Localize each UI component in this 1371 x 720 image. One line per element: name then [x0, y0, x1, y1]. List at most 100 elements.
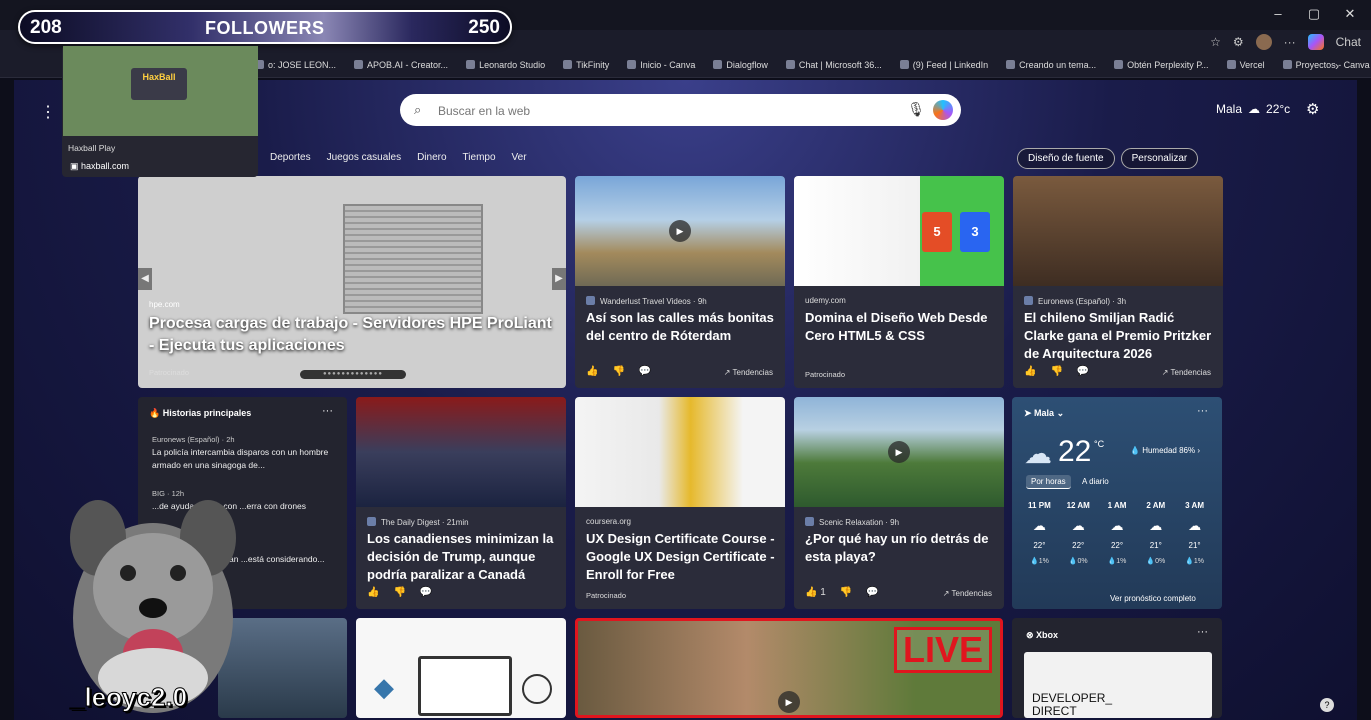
play-icon[interactable]: ▶: [778, 691, 800, 713]
hour-column: 2 AM ☁ 21° 💧0%: [1136, 501, 1175, 565]
humidity-label[interactable]: 💧 Humedad 86% ›: [1130, 446, 1200, 455]
like-icon[interactable]: 👍: [1024, 366, 1036, 377]
play-icon[interactable]: ▶: [888, 441, 910, 463]
comment-icon[interactable]: 💬: [639, 366, 651, 377]
hour-column: 3 AM ☁ 21° 💧1%: [1175, 501, 1214, 565]
chat-button[interactable]: Chat: [1336, 35, 1361, 49]
like-icon[interactable]: 👍: [367, 587, 379, 598]
address-bar-actions: ☆ ⚙ ··· Chat: [1210, 34, 1361, 50]
more-icon[interactable]: ···: [1197, 405, 1208, 417]
search-input[interactable]: Buscar en la web: [438, 104, 530, 118]
news-card[interactable]: The Daily Digest · 21min Los canadienses…: [356, 397, 566, 609]
chevron-right-icon[interactable]: ▶: [552, 268, 566, 290]
card-title[interactable]: Así son las calles más bonitas del centr…: [586, 309, 775, 345]
weather-card[interactable]: ➤ Mala ⌄ ··· ☁ 22 °C 💧 Humedad 86% › Por…: [1012, 397, 1222, 609]
story-item[interactable]: Euronews (Español) · 2h La policía inter…: [152, 433, 332, 472]
nav-item[interactable]: Deportes: [270, 152, 311, 163]
favorite-item[interactable]: Inicio - Canva: [627, 60, 695, 70]
favorite-item[interactable]: Vercel: [1227, 60, 1265, 70]
tab-hourly[interactable]: Por horas: [1026, 475, 1071, 489]
font-design-button[interactable]: Diseño de fuente: [1017, 148, 1115, 169]
extensions-icon[interactable]: ⚙: [1233, 35, 1244, 49]
nav-item[interactable]: Ver: [512, 152, 527, 163]
followers-goal-bar: 208 FOLLOWERS 250: [18, 10, 512, 44]
favorite-item[interactable]: Obtén Perplexity P...: [1114, 60, 1208, 70]
favorite-item[interactable]: Chat | Microsoft 36...: [786, 60, 882, 70]
profile-avatar[interactable]: [1255, 34, 1272, 50]
card-title[interactable]: Domina el Diseño Web Desde Cero HTML5 & …: [805, 309, 994, 345]
star-icon[interactable]: ☆: [1210, 35, 1221, 49]
card-actions: 👍 👎 💬: [586, 366, 651, 377]
full-forecast-link[interactable]: Ver pronóstico completo: [1110, 594, 1196, 603]
python-icon: ◆: [374, 672, 394, 702]
favorite-item[interactable]: Dialogflow: [713, 60, 768, 70]
chart-image: [418, 656, 512, 716]
chevron-left-icon[interactable]: ◀: [138, 268, 152, 290]
nav-buttons: Diseño de fuente Personalizar: [1017, 148, 1199, 169]
card-title[interactable]: Procesa cargas de trabajo - Servidores H…: [149, 313, 556, 357]
minimize-button[interactable]: –: [1271, 6, 1285, 22]
live-video-card[interactable]: LIVE ▶: [575, 618, 1003, 718]
cloud-moon-icon: ☁: [1032, 518, 1046, 533]
news-card[interactable]: ◆: [356, 618, 566, 718]
personalize-button[interactable]: Personalizar: [1120, 148, 1199, 169]
nav-item[interactable]: Dinero: [417, 152, 446, 163]
news-card[interactable]: ▶ Wanderlust Travel Videos · 9h Así son …: [575, 176, 785, 388]
card-title[interactable]: Los canadienses minimizan la decisión de…: [367, 530, 556, 584]
favorite-item[interactable]: TikFinity: [563, 60, 609, 70]
close-button[interactable]: ✕: [1343, 6, 1357, 22]
dislike-icon[interactable]: 👎: [1050, 366, 1062, 377]
favorite-item[interactable]: (9) Feed | LinkedIn: [900, 60, 988, 70]
favorite-item[interactable]: APOB.AI - Creator...: [354, 60, 448, 70]
cloud-moon-icon: ☁: [1071, 518, 1085, 533]
dislike-icon[interactable]: 👎: [393, 587, 405, 598]
more-icon[interactable]: ···: [1197, 626, 1208, 638]
nav-item[interactable]: Tiempo: [463, 152, 496, 163]
trending-label: ↗ Tendencias: [723, 368, 773, 377]
tab-daily[interactable]: A diario: [1082, 477, 1109, 486]
hero-card[interactable]: ◀ ▶ hpe.com Procesa cargas de trabajo - …: [138, 176, 566, 388]
weather-card-location[interactable]: ➤ Mala ⌄: [1024, 408, 1064, 419]
card-title[interactable]: El chileno Smiljan Radić Clarke gana el …: [1024, 309, 1213, 363]
comment-icon[interactable]: 💬: [866, 587, 878, 598]
card-image: [575, 397, 785, 507]
nav-item[interactable]: Juegos casuales: [327, 152, 402, 163]
card-title[interactable]: ¿Por qué hay un río detrás de esta playa…: [805, 530, 994, 566]
help-icon[interactable]: ?: [1320, 698, 1334, 712]
search-box[interactable]: ⌕ Buscar en la web 🎙: [400, 94, 961, 126]
dislike-icon[interactable]: 👎: [840, 587, 852, 598]
dislike-icon[interactable]: 👎: [612, 366, 624, 377]
weather-card-temp: 22: [1058, 435, 1092, 468]
favorite-item[interactable]: o: JOSE LEON...: [255, 60, 336, 70]
xbox-card[interactable]: ⊗ Xbox ··· DEVELOPER_ DIRECT: [1012, 618, 1222, 718]
carousel-dots[interactable]: ●●●●●●●●●●●●●: [300, 370, 406, 379]
news-card[interactable]: ▶ Scenic Relaxation · 9h ¿Por qué hay un…: [794, 397, 1004, 609]
favorite-item[interactable]: Creando un tema...: [1006, 60, 1096, 70]
news-card[interactable]: coursera.org UX Design Certificate Cours…: [575, 397, 785, 609]
play-icon[interactable]: ▶: [669, 220, 691, 242]
comment-icon[interactable]: 💬: [420, 587, 432, 598]
more-icon[interactable]: ···: [322, 405, 333, 417]
maximize-button[interactable]: ▢: [1307, 6, 1321, 22]
favorite-item[interactable]: Proyectos - Canva: [1283, 60, 1370, 70]
like-icon[interactable]: 👍 1: [805, 587, 826, 598]
hour-column: 1 AM ☁ 22° 💧1%: [1098, 501, 1137, 565]
weather-summary[interactable]: Mala ☁ 22°c: [1216, 102, 1290, 116]
copilot-icon[interactable]: [1307, 34, 1324, 50]
news-card[interactable]: 5 3 udemy.com Domina el Diseño Web Desde…: [794, 176, 1004, 388]
card-title[interactable]: UX Design Certificate Course - Google UX…: [586, 530, 775, 584]
xbox-banner[interactable]: DEVELOPER_ DIRECT: [1024, 652, 1212, 718]
comment-icon[interactable]: 💬: [1077, 366, 1089, 377]
copilot-search-icon[interactable]: [933, 100, 953, 120]
news-card[interactable]: Euronews (Español) · 3h El chileno Smilj…: [1013, 176, 1223, 388]
favorite-item[interactable]: Leonardo Studio: [466, 60, 545, 70]
stories-header: 🔥 Historias principales: [149, 408, 252, 418]
chevron-right-icon[interactable]: ›: [1335, 59, 1339, 73]
live-badge: LIVE: [893, 627, 992, 673]
like-icon[interactable]: 👍: [586, 366, 598, 377]
gear-icon[interactable]: ⚙: [1306, 100, 1319, 118]
tab-preview-url: ▣ haxball.com: [70, 161, 130, 171]
more-icon[interactable]: ···: [1284, 35, 1296, 49]
microphone-icon[interactable]: 🎙: [907, 101, 925, 118]
followers-goal: 250: [468, 17, 500, 38]
